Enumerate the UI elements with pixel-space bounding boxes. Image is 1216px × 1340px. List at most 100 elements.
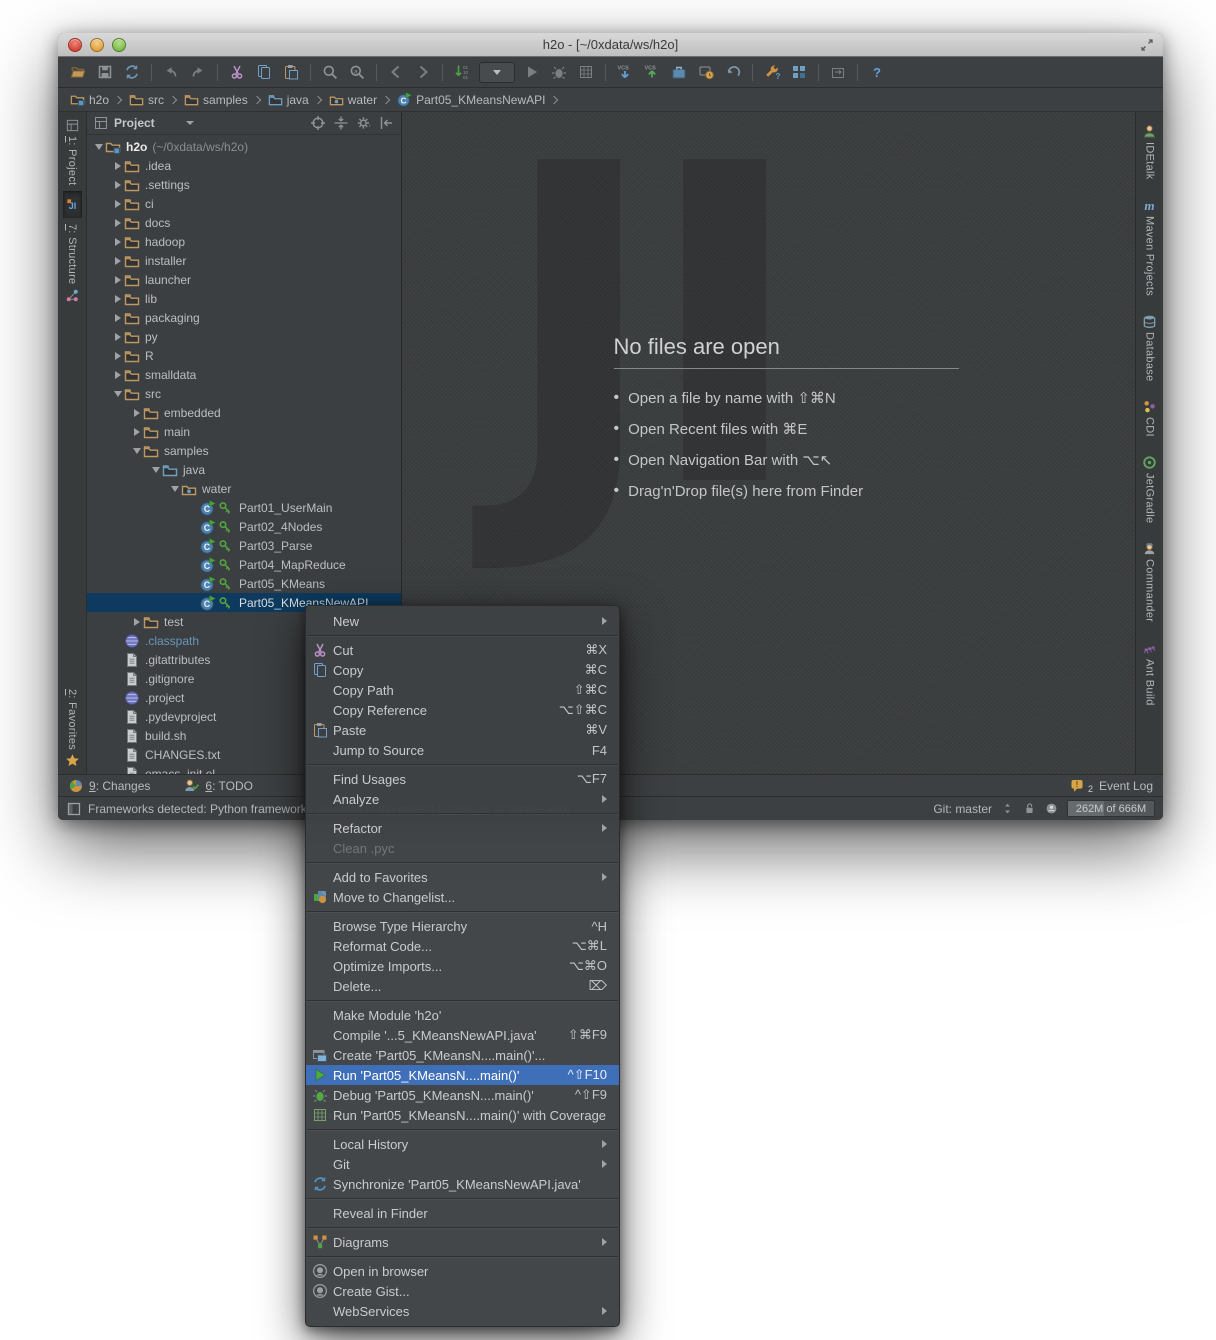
expand-arrow-icon[interactable] [112,332,124,341]
tree-item-launcher[interactable]: launcher [87,270,401,289]
event-log-button[interactable]: ! 2 Event Log [1070,778,1153,794]
expand-arrow-icon[interactable] [112,256,124,265]
toolwindow-button-ant-build[interactable]: Ant Build [1140,635,1159,712]
menu-item-open-in-browser[interactable]: Open in browser [306,1261,619,1281]
tree-item-part04_mapreduce[interactable]: C Part04_MapReduce [87,555,401,574]
toolwindow-button-2-favorites[interactable]: 2: Favorites [63,683,82,774]
expand-arrow-icon[interactable] [112,370,124,379]
collapse-arrow-icon[interactable] [169,485,181,492]
expand-arrow-icon[interactable] [112,161,124,170]
expand-arrow-icon[interactable] [131,427,143,436]
menu-item-new[interactable]: New [306,611,619,631]
menu-item-run-part05-kmeansn-main[interactable]: Run 'Part05_KMeansN....main()' ^⇧F10 [306,1065,619,1085]
search-button[interactable] [318,60,342,84]
breadcrumb-item-part05_kmeansnewapi[interactable]: C Part05_KMeansNewAPI [395,92,547,107]
expand-arrow-icon[interactable] [112,180,124,189]
menu-item-optimize-imports[interactable]: Optimize Imports... ⌥⌘O [306,956,619,976]
lock-icon[interactable] [1023,802,1036,815]
cut-button[interactable] [225,60,249,84]
tree-item-lib[interactable]: lib [87,289,401,308]
menu-item-create-part05-kmeansn-main[interactable]: Create 'Part05_KMeansN....main()'... [306,1045,619,1065]
menu-item-diagrams[interactable]: Diagrams [306,1232,619,1252]
tree-item-.settings[interactable]: .settings [87,175,401,194]
menu-item-debug-part05-kmeansn-main[interactable]: Debug 'Part05_KMeansN....main()' ^⇧F9 [306,1085,619,1105]
breadcrumb-item-samples[interactable]: samples [182,92,250,107]
tree-item-embedded[interactable]: embedded [87,403,401,422]
menu-item-compile-5-kmeansnewapi-java[interactable]: Compile '...5_KMeansNewAPI.java' ⇧⌘F9 [306,1025,619,1045]
menu-item-run-part05-kmeansn-main-with-coverage[interactable]: Run 'Part05_KMeansN....main()' with Cove… [306,1105,619,1125]
menu-item-git[interactable]: Git [306,1154,619,1174]
tree-item-water[interactable]: water [87,479,401,498]
minimize-button[interactable] [90,37,104,52]
menu-item-jump-to-source[interactable]: Jump to Source F4 [306,740,619,760]
menu-item-browse-type-hierarchy[interactable]: Browse Type Hierarchy ^H [306,916,619,936]
menu-item-make-module-h2o[interactable]: Make Module 'h2o' [306,1005,619,1025]
tree-item-smalldata[interactable]: smalldata [87,365,401,384]
expand-arrow-icon[interactable] [131,617,143,626]
inspector-profile-icon[interactable] [1045,802,1058,815]
copy-button[interactable] [252,60,276,84]
toolwindow-button-intellij-logo[interactable]: JI [62,191,82,219]
zoom-button[interactable] [112,37,126,52]
tree-item-ci[interactable]: ci [87,194,401,213]
breadcrumb-item-src[interactable]: src [127,92,166,107]
toolwindow-button-idetalk[interactable]: IDEtalk [1140,118,1159,186]
menu-item-create-gist[interactable]: Create Gist... [306,1281,619,1301]
menu-item-refactor[interactable]: Refactor [306,818,619,838]
sort-arrows-icon[interactable] [1001,802,1014,815]
tree-item-h2o[interactable]: h2o (~/0xdata/ws/h2o) [87,137,401,156]
expand-arrow-icon[interactable] [112,351,124,360]
menu-item-move-to-changelist[interactable]: Move to Changelist... [306,887,619,907]
collapse-arrow-icon[interactable] [150,466,162,473]
breadcrumb-item-java[interactable]: java [266,92,311,107]
tree-item-r[interactable]: R [87,346,401,365]
git-branch-widget[interactable]: Git: master [933,802,992,816]
hide-panel-icon[interactable] [379,115,395,131]
tree-item-src[interactable]: src [87,384,401,403]
expand-arrow-icon[interactable] [131,408,143,417]
menu-item-paste[interactable]: Paste ⌘V [306,720,619,740]
toolwindow-button-commander[interactable]: Commander [1140,535,1159,628]
toolwindow-toggle-icon[interactable] [66,801,82,817]
toolwindow-button-cdi[interactable]: CDI [1140,393,1159,443]
menu-item-copy-reference[interactable]: Copy Reference ⌥⇧⌘C [306,700,619,720]
toolwindow-button-jetgradle[interactable]: JetGradle [1140,449,1159,529]
project-structure-button[interactable] [787,60,811,84]
tree-item-samples[interactable]: samples [87,441,401,460]
todo-tab[interactable]: 6: TODO [184,778,253,794]
open-folder-button[interactable] [66,60,90,84]
tree-item-main[interactable]: main [87,422,401,441]
menu-item-reveal-in-finder[interactable]: Reveal in Finder [306,1203,619,1223]
collapse-arrow-icon[interactable] [93,143,105,150]
expand-arrow-icon[interactable] [112,237,124,246]
tree-item-part01_usermain[interactable]: C Part01_UserMain [87,498,401,517]
expand-arrow-icon[interactable] [112,294,124,303]
tree-item-py[interactable]: py [87,327,401,346]
toolwindow-button-maven-projects[interactable]: m Maven Projects [1140,192,1159,302]
help-button[interactable]: ? [865,60,889,84]
tree-item-part03_parse[interactable]: C Part03_Parse [87,536,401,555]
expand-arrow-icon[interactable] [112,218,124,227]
collapse-arrow-icon[interactable] [131,447,143,454]
chevron-down-icon[interactable] [185,121,194,125]
fullscreen-icon[interactable] [1139,37,1155,53]
breadcrumb-item-water[interactable]: water [327,92,379,107]
toolwindow-button-database[interactable]: Database [1140,308,1159,388]
breadcrumb-item-h2o[interactable]: h2o [68,92,111,107]
save-all-button[interactable] [93,60,117,84]
tree-item-installer[interactable]: installer [87,251,401,270]
menu-item-add-to-favorites[interactable]: Add to Favorites [306,867,619,887]
collapse-arrow-icon[interactable] [112,390,124,397]
expand-arrow-icon[interactable] [112,199,124,208]
changes-tab[interactable]: 9: Changes [68,778,150,794]
tree-item-packaging[interactable]: packaging [87,308,401,327]
tree-item-.idea[interactable]: .idea [87,156,401,175]
gear-icon[interactable] [356,115,372,131]
changes-view-button[interactable] [694,60,718,84]
menu-item-copy[interactable]: Copy ⌘C [306,660,619,680]
menu-item-webservices[interactable]: WebServices [306,1301,619,1321]
synchronize-button[interactable] [120,60,144,84]
tree-item-hadoop[interactable]: hadoop [87,232,401,251]
tree-item-java[interactable]: java [87,460,401,479]
vcs-update-button[interactable]: VCS [613,60,637,84]
